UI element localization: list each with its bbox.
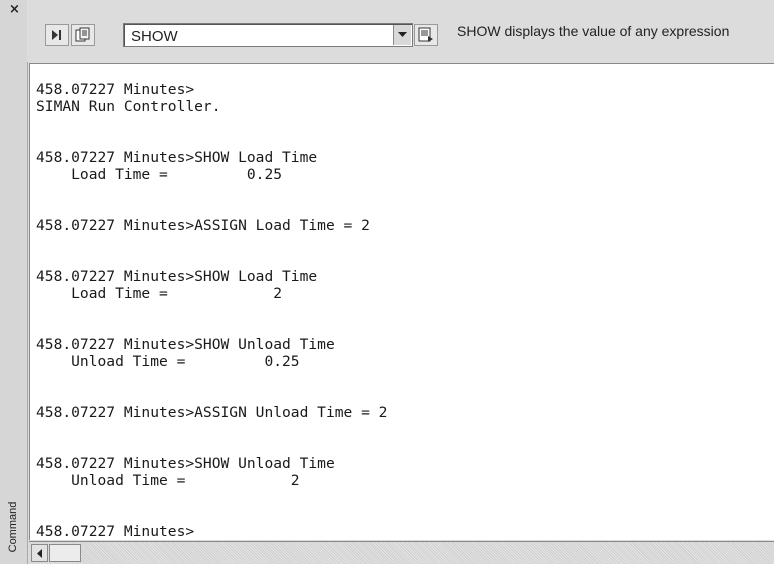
execute-button[interactable]	[414, 24, 438, 46]
console-line: 458.07227 Minutes>SHOW Load Time	[36, 268, 318, 285]
console-line: 458.07227 Minutes>	[36, 81, 195, 98]
console-line: 458.07227 Minutes>SHOW Load Time	[36, 149, 318, 166]
horizontal-scrollbar[interactable]	[29, 541, 774, 564]
console-line: 458.07227 Minutes>	[36, 523, 195, 540]
copy-button[interactable]	[71, 24, 95, 46]
console-line: SIMAN Run Controller.	[36, 98, 221, 115]
step-icon	[52, 30, 61, 40]
copy-icon	[75, 27, 90, 42]
execute-icon	[418, 27, 433, 42]
command-combo[interactable]: SHOW	[123, 23, 413, 47]
scroll-left-icon[interactable]	[31, 544, 48, 562]
console-lines: 458.07227 Minutes> SIMAN Run Controller. 4…	[36, 81, 387, 540]
scrollbar-thumb[interactable]	[49, 544, 81, 562]
console-line: 458.07227 Minutes>ASSIGN Unload Time = 2	[36, 404, 388, 421]
console-line: Load Time = 2	[36, 285, 283, 302]
dock-strip: × Command	[0, 0, 28, 564]
toolbar: SHOW SHOW displays the value of any expr…	[27, 0, 774, 62]
console-line: Load Time = 0.25	[36, 166, 283, 183]
step-button[interactable]	[45, 24, 69, 46]
close-icon[interactable]: ×	[9, 3, 20, 17]
console-line: 458.07227 Minutes>ASSIGN Load Time = 2	[36, 217, 370, 234]
console-output[interactable]: 458.07227 Minutes> SIMAN Run Controller. 4…	[29, 63, 774, 540]
console-line: Unload Time = 0.25	[36, 353, 300, 370]
command-hint: SHOW displays the value of any expressio…	[457, 23, 730, 39]
console-line: 458.07227 Minutes>SHOW Unload Time	[36, 336, 335, 353]
command-combo-value: SHOW	[131, 28, 178, 45]
panel-title-label: Command	[7, 501, 19, 553]
command-window: × Command SHOW SHOW displays the value o…	[0, 0, 774, 564]
console-line: Unload Time = 2	[36, 472, 300, 489]
chevron-down-icon[interactable]	[393, 25, 411, 45]
panel-title: Command	[0, 490, 27, 564]
console-line: 458.07227 Minutes>SHOW Unload Time	[36, 455, 335, 472]
